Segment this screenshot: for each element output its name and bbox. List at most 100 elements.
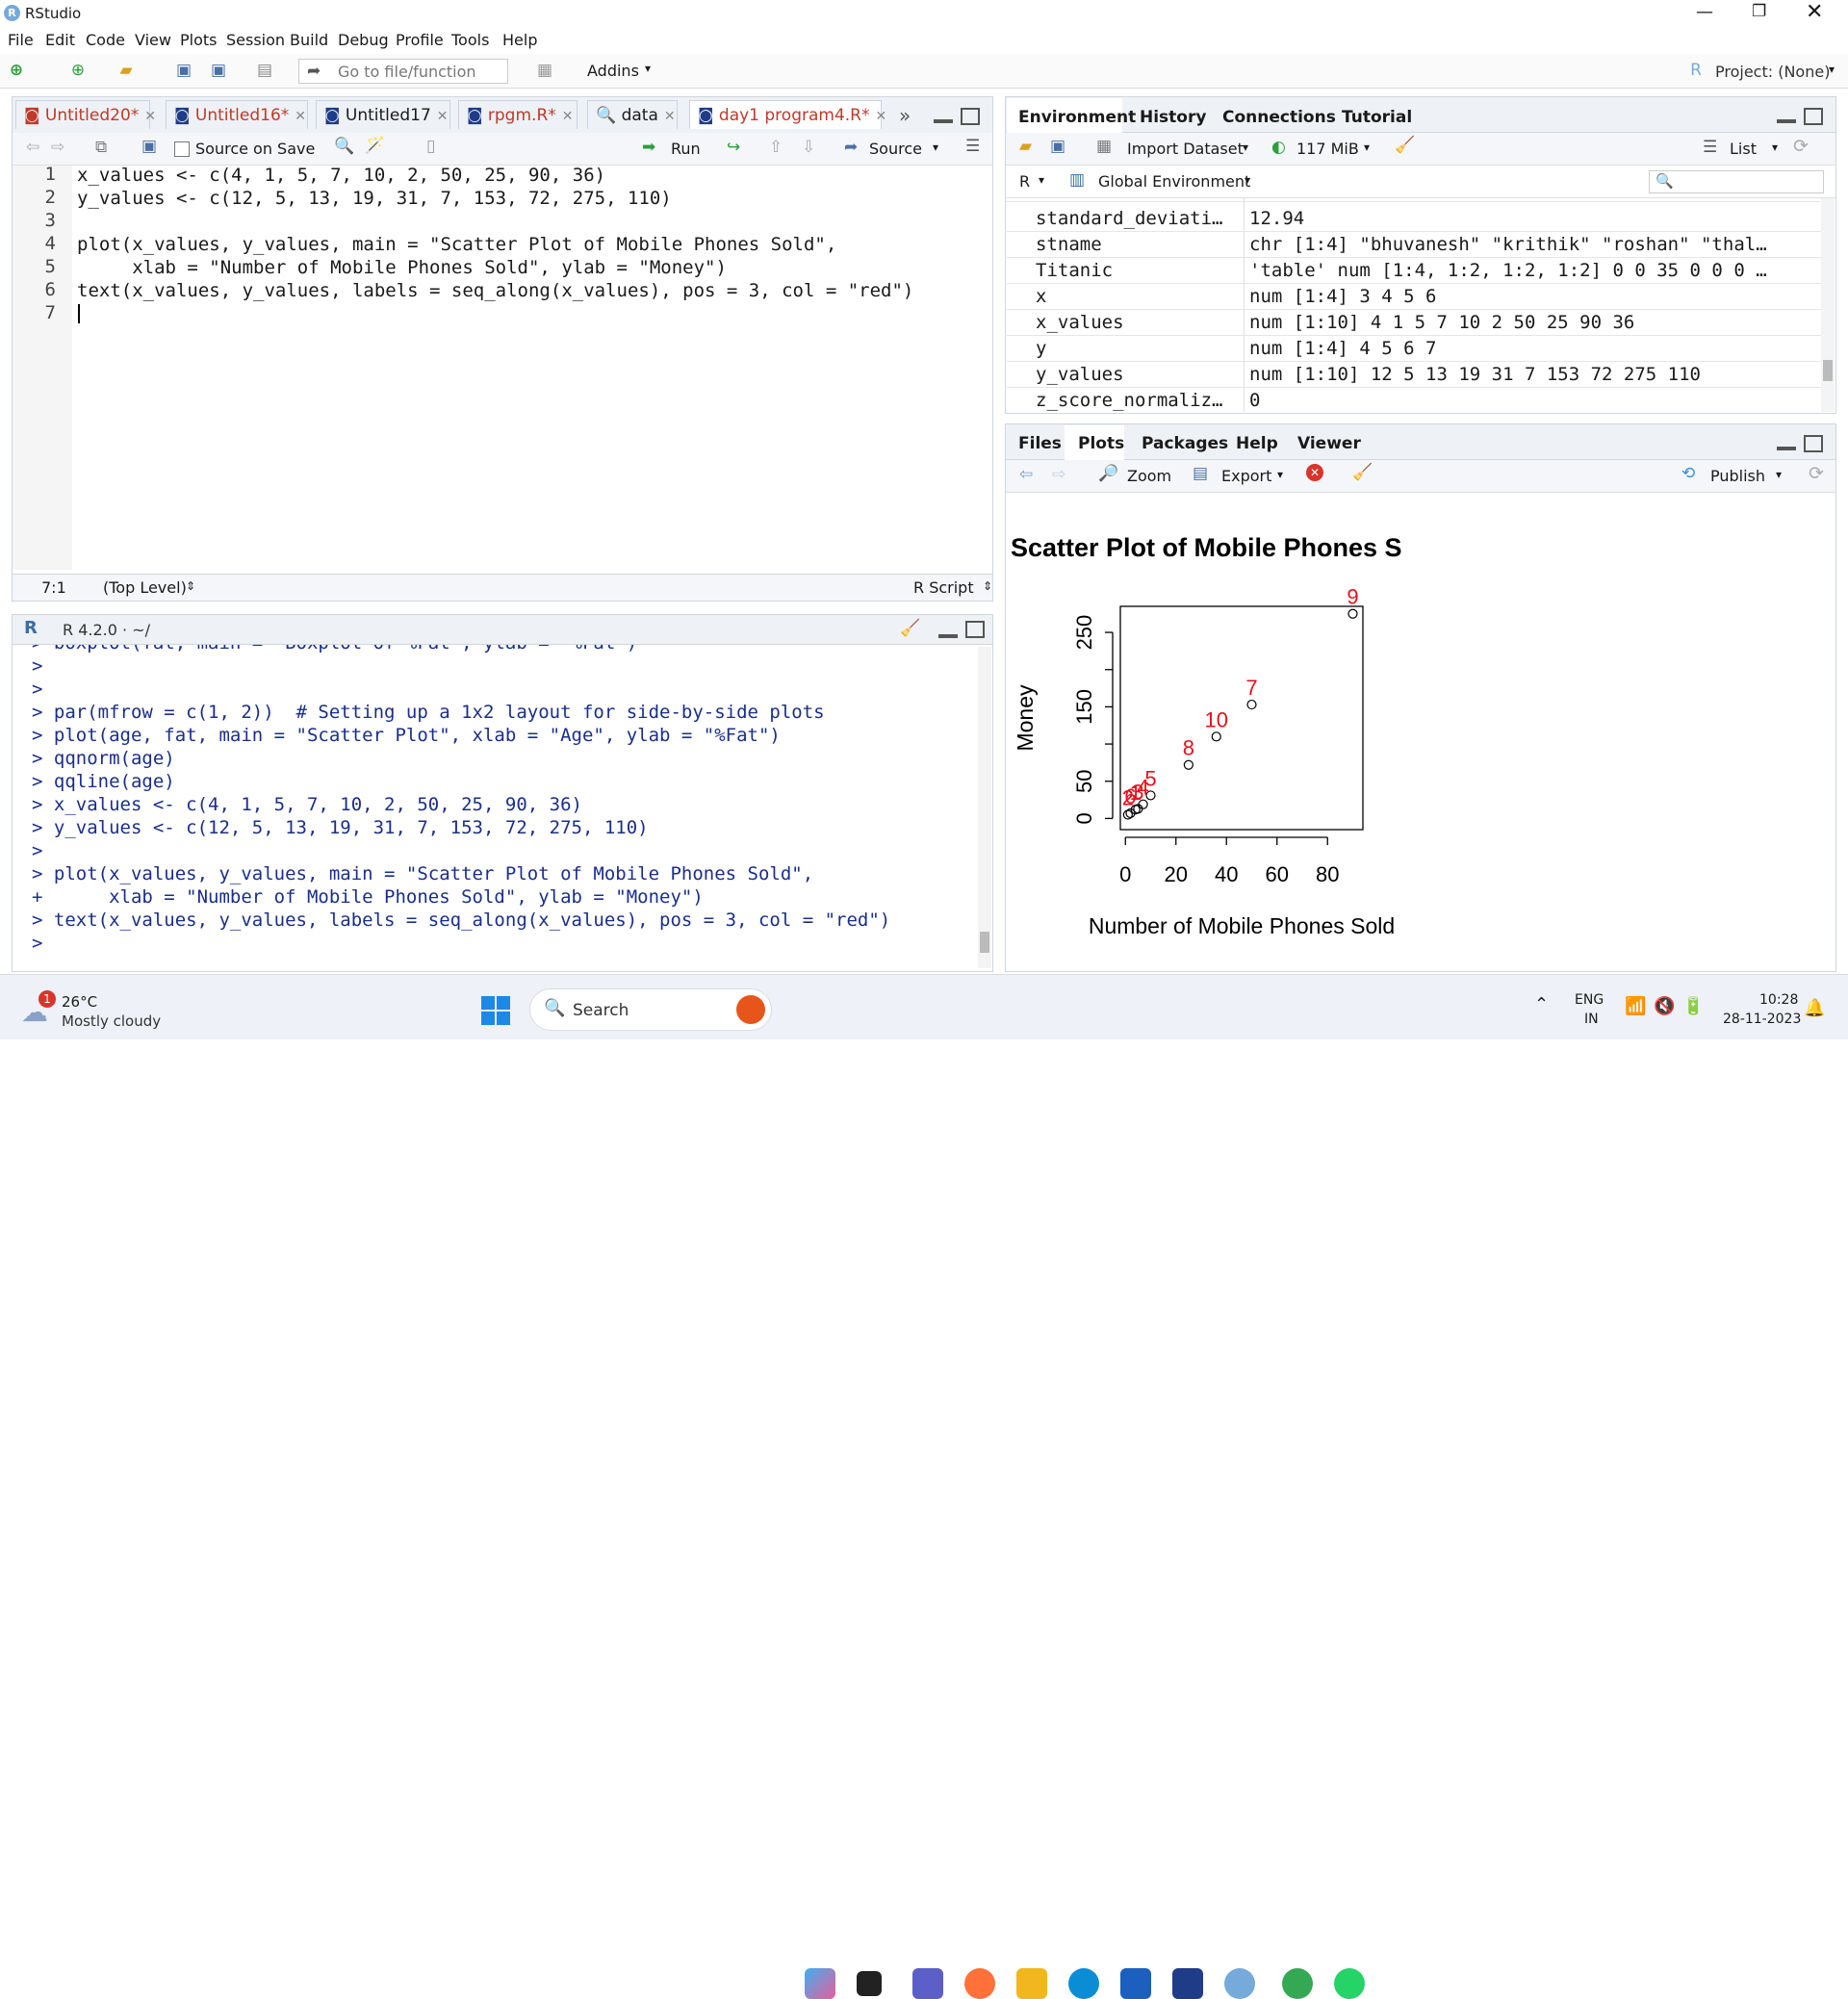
memory-usage[interactable]: 117 MiB <box>1296 140 1359 158</box>
file-type-selector[interactable]: R Script <box>913 578 974 597</box>
export-dropdown-icon[interactable]: ▾ <box>1277 468 1283 481</box>
rstudio-taskbar-icon[interactable] <box>1224 1968 1255 1999</box>
chrome-icon[interactable] <box>1282 1968 1313 1999</box>
print-icon[interactable]: ▤ <box>254 60 275 81</box>
tab-history[interactable]: History <box>1140 108 1206 127</box>
env-row[interactable]: standard_deviati… 12.94 <box>1007 206 1823 232</box>
menu-build[interactable]: Build <box>290 31 328 49</box>
environment-scrollbar[interactable] <box>1821 198 1835 412</box>
save-workspace-icon[interactable]: ▣ <box>1050 137 1065 156</box>
wifi-icon[interactable]: 📶 <box>1625 996 1646 1016</box>
code-tools-icon[interactable]: 🪄 <box>365 136 385 155</box>
menu-view[interactable]: View <box>135 31 171 49</box>
open-file-icon[interactable]: ▰ <box>114 60 139 81</box>
menu-code[interactable]: Code <box>86 31 125 49</box>
file-type-dropdown-icon[interactable]: ⇕ <box>983 579 992 593</box>
refresh-icon[interactable]: ⟳ <box>1793 136 1809 157</box>
import-dropdown-icon[interactable]: ▾ <box>1243 141 1248 154</box>
close-icon[interactable]: ✕ <box>1806 0 1823 24</box>
language-eng[interactable]: ENG <box>1575 992 1604 1008</box>
more-tabs-icon[interactable]: » <box>899 104 911 127</box>
zoom-icon[interactable]: 🔎 <box>1098 464 1118 483</box>
source-dropdown-icon[interactable]: ▾ <box>933 141 938 154</box>
scope-selector[interactable]: (Top Level) <box>103 578 187 597</box>
copilot-icon[interactable] <box>805 1968 835 1999</box>
battery-icon[interactable]: 🔋 <box>1682 996 1704 1016</box>
project-dropdown-icon[interactable]: ▾ <box>1829 63 1835 76</box>
console-minimize-icon[interactable] <box>938 634 958 638</box>
menu-debug[interactable]: Debug <box>338 31 389 49</box>
tab-tutorial[interactable]: Tutorial <box>1342 108 1412 127</box>
list-view-icon[interactable]: ☰ <box>1703 138 1717 157</box>
tab-help[interactable]: Help <box>1236 434 1278 453</box>
clear-plots-icon[interactable]: 🧹 <box>1352 463 1373 482</box>
teams-icon[interactable] <box>912 1968 943 1999</box>
up-icon[interactable]: ⇧ <box>769 138 783 157</box>
load-workspace-icon[interactable]: ▰ <box>1019 137 1032 156</box>
env-row[interactable]: z_score_normaliz… 0 <box>1007 388 1823 414</box>
addins-dropdown-icon[interactable]: ▾ <box>645 62 651 75</box>
import-dataset-button[interactable]: Import Dataset <box>1127 140 1244 158</box>
file-explorer-icon[interactable] <box>1016 1968 1047 1999</box>
start-button[interactable] <box>481 996 510 1025</box>
addins-menu[interactable]: Addins <box>587 62 639 80</box>
env-row[interactable]: y_values num [1:10] 12 5 13 19 31 7 153 7… <box>1007 362 1823 388</box>
scope-dropdown-icon[interactable]: ⇕ <box>186 579 195 593</box>
tab-plots[interactable]: Plots <box>1078 434 1124 453</box>
whatsapp-icon[interactable] <box>1334 1968 1365 1999</box>
taskbar-search[interactable]: 🔍 Search <box>529 988 772 1031</box>
save-all-icon[interactable]: ▣ <box>208 60 229 81</box>
source-on-save-checkbox[interactable] <box>174 141 190 157</box>
clear-workspace-icon[interactable]: 🧹 <box>1395 136 1415 155</box>
clear-console-icon[interactable]: 🧹 <box>900 619 920 638</box>
new-project-icon[interactable]: ⊕ <box>65 60 90 81</box>
back-icon[interactable]: ⇦ <box>26 138 39 157</box>
grid-layout-icon[interactable]: ▦ <box>533 60 556 81</box>
list-dropdown-icon[interactable]: ▾ <box>1772 141 1778 154</box>
compile-report-icon[interactable]: ▯ <box>426 137 435 156</box>
editor-maximize-icon[interactable] <box>961 108 980 125</box>
down-icon[interactable]: ⇩ <box>802 138 815 157</box>
publish-button[interactable]: Publish <box>1710 467 1765 485</box>
edge-icon[interactable] <box>1068 1968 1099 1999</box>
menu-edit[interactable]: Edit <box>45 31 75 49</box>
scope-selector-dropdown-icon[interactable]: ▾ <box>1245 173 1250 187</box>
code-line[interactable]: plot(x_values, y_values, main = "Scatter… <box>77 233 836 256</box>
firefox-icon[interactable] <box>964 1968 995 1999</box>
tab-environment[interactable]: Environment <box>1018 108 1136 127</box>
save-file-icon[interactable]: ▣ <box>141 137 157 156</box>
tab-files[interactable]: Files <box>1018 434 1062 453</box>
task-view-icon[interactable] <box>857 1971 882 1996</box>
tab-day1-program4[interactable]: ◙ day1 program4.R* ✕ <box>689 100 886 129</box>
remove-plot-icon[interactable]: ✕ <box>1306 464 1323 481</box>
memory-dropdown-icon[interactable]: ▾ <box>1364 141 1370 154</box>
outline-icon[interactable]: ☰ <box>965 137 980 156</box>
minimize-icon[interactable]: — <box>1696 2 1713 22</box>
env-row[interactable]: y num [1:4] 4 5 6 7 <box>1007 336 1823 362</box>
store-icon[interactable] <box>1120 1968 1151 1999</box>
new-file-icon[interactable]: ⊕ <box>6 60 27 81</box>
env-row[interactable]: x_values num [1:10] 4 1 5 7 10 2 50 25 90… <box>1007 310 1823 336</box>
goto-file-input[interactable]: ➦ Go to file/function <box>298 59 508 84</box>
show-in-window-icon[interactable]: ⧉ <box>95 138 107 157</box>
env-row[interactable]: x num [1:4] 3 4 5 6 <box>1007 284 1823 310</box>
tab-untitled17[interactable]: ◙ Untitled17 ✕ <box>316 100 450 129</box>
console-output[interactable]: > boxplot(fat, main = "Boxplot of %Fat",… <box>13 645 977 970</box>
tab-untitled20[interactable]: ◙ Untitled20* ✕ <box>15 100 156 129</box>
console-maximize-icon[interactable] <box>965 621 985 638</box>
code-line[interactable]: text(x_values, y_values, labels = seq_al… <box>77 279 913 302</box>
zoom-button[interactable]: Zoom <box>1127 467 1171 485</box>
menu-help[interactable]: Help <box>502 31 537 49</box>
restore-icon[interactable]: ❐ <box>1752 2 1766 21</box>
export-icon[interactable]: ▤ <box>1193 464 1208 483</box>
weather-widget[interactable]: ☁ 1 26°C Mostly cloudy <box>19 985 164 1033</box>
export-button[interactable]: Export <box>1221 467 1271 485</box>
plot-refresh-icon[interactable]: ⟳ <box>1809 463 1824 484</box>
menu-tools[interactable]: Tools <box>451 31 489 49</box>
environment-search-input[interactable]: 🔍 <box>1649 170 1824 193</box>
env-maximize-icon[interactable] <box>1804 108 1823 125</box>
language-selector[interactable]: R <box>1019 172 1030 191</box>
notification-bell-icon[interactable]: 🔔 <box>1804 998 1825 1018</box>
console-scroll-thumb[interactable] <box>980 932 989 953</box>
volume-icon[interactable]: 🔇 <box>1654 996 1675 1016</box>
